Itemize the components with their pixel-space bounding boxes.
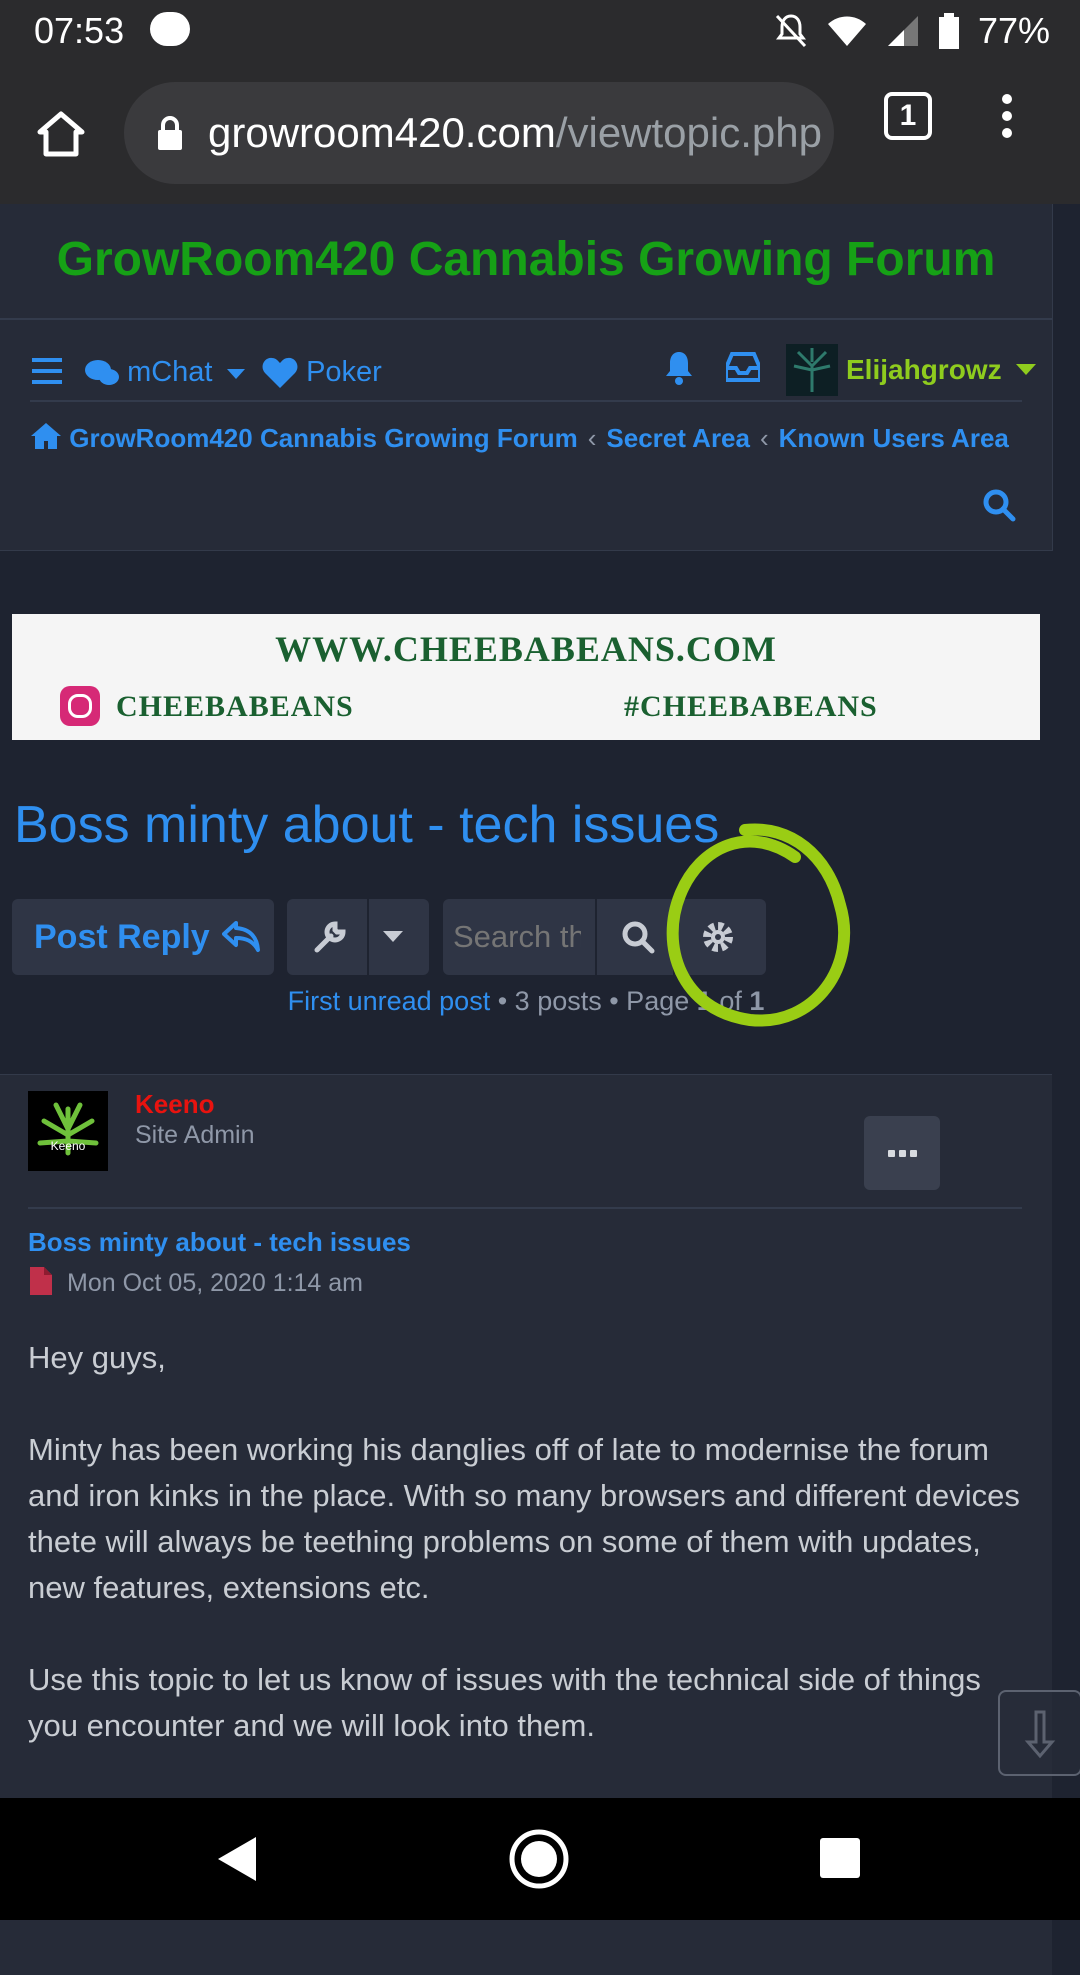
lock-icon [158,116,182,150]
avatar-caption: Keeno [50,1139,86,1153]
post-paragraph: Use this topic to let us know of issues … [28,1662,981,1743]
topic-title[interactable]: Boss minty about - tech issues [14,795,719,855]
instagram-icon [60,686,100,726]
post-file-icon [30,1267,52,1295]
post-body: Hey guys, Minty has been working his dan… [28,1335,1028,1795]
post-reply-button[interactable]: Post Reply [12,899,274,975]
plant-avatar-icon [793,348,831,392]
url-bar[interactable]: growroom420.com/viewtopic.php [124,82,834,184]
breadcrumb-known-users-link[interactable]: Known Users Area [779,423,1009,453]
tab-switcher-button[interactable]: 1 [884,92,932,140]
url-path: /viewtopic.php [555,109,822,156]
post-paragraph: Minty has been working his danglies off … [28,1432,1020,1605]
post-paragraph: Hey guys, [28,1340,166,1375]
author-avatar[interactable]: Keeno [28,1091,108,1171]
site-title[interactable]: GrowRoom420 Cannabis Growing Forum [0,232,1052,287]
chevron-down-icon [383,931,403,942]
post-date: Mon Oct 05, 2020 1:14 am [67,1269,364,1297]
topic-tools-button[interactable] [287,899,429,975]
mchat-label: mChat [127,356,213,388]
signal-icon [887,16,918,46]
ellipsis-icon [887,1149,917,1157]
breadcrumb: GrowRoom420 Cannabis Growing Forum ‹ Secre… [30,422,1040,454]
breadcrumb-secret-area-link[interactable]: Secret Area [606,423,750,453]
post-reply-label: Post Reply [34,917,210,956]
user-avatar [786,344,838,396]
forum-header: GrowRoom420 Cannabis Growing Forum mChat… [0,204,1053,551]
url-host: growroom420.com [208,109,556,156]
nav-bar: mChat Poker Elijahgrowz [30,344,1036,404]
chevron-down-icon [226,369,245,379]
cannabis-leaf-icon [37,1102,99,1156]
post-subject[interactable]: Boss minty about - tech issues [28,1227,411,1258]
status-bar: 07:53 77% [0,0,1080,64]
poker-link[interactable]: Poker [262,356,382,389]
line-app-icon [150,12,190,46]
scroll-to-bottom-button[interactable] [998,1690,1080,1776]
banner-url-text: WWW.CHEEBABEANS.COM [275,629,777,669]
tab-count: 1 [899,99,917,132]
banner-hashtag: #CHEEBABEANS [624,690,878,723]
notifications-bell-icon[interactable] [662,350,696,386]
author-rank: Site Admin [135,1121,255,1149]
highlight-circle-annotation [666,823,851,1027]
status-time: 07:53 [34,10,125,51]
cheebabeans-banner[interactable]: WWW.CHEEBABEANS.COM CHEEBABEANS #CHEEBAB… [12,614,1040,740]
wifi-icon [827,16,866,46]
breadcrumb-forum-link[interactable]: GrowRoom420 Cannabis Growing Forum [69,423,578,453]
overflow-menu-icon[interactable] [1000,94,1014,138]
heart-icon [262,358,298,389]
home-icon[interactable] [36,110,86,158]
divider [0,318,1052,320]
home-icon [31,423,61,449]
mchat-menu[interactable]: mChat [85,356,245,389]
pagination-info: First unread post • 3 posts • Page 1 of … [0,986,1052,1017]
home-button-icon[interactable] [508,1828,570,1890]
inbox-icon[interactable] [726,352,760,382]
reply-arrow-icon [221,921,260,952]
divider [28,1207,1022,1209]
poker-label: Poker [306,356,382,388]
user-menu[interactable]: Elijahgrowz [786,344,1036,396]
search-topic-input[interactable] [451,918,583,956]
mute-bell-icon [775,14,807,48]
arrow-down-icon [1024,1710,1056,1759]
chat-icon [85,360,119,386]
recents-icon[interactable] [820,1838,860,1878]
back-icon[interactable] [218,1837,256,1881]
breadcrumb-separator: ‹ [587,423,597,453]
banner-instagram-handle: CHEEBABEANS [116,690,354,723]
first-unread-link[interactable]: First unread post [288,986,491,1016]
post-author[interactable]: Keeno [135,1089,214,1120]
android-nav-bar [0,1798,1080,1920]
hamburger-menu-icon[interactable] [32,358,62,384]
wrench-icon [314,921,346,953]
chevron-down-icon [1015,364,1036,375]
divider [30,400,1022,402]
search-icon[interactable] [982,488,1016,522]
breadcrumb-separator: ‹ [759,423,769,453]
post-actions-button[interactable] [864,1116,940,1190]
battery-percent: 77% [977,10,1050,51]
username: Elijahgrowz [846,354,1002,385]
battery-icon [938,13,959,49]
browser-toolbar: growroom420.com/viewtopic.php 1 [0,64,1080,204]
